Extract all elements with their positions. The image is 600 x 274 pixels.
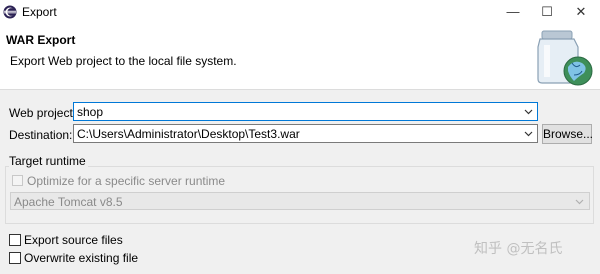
destination-value: C:\Users\Administrator\Desktop\Test3.war xyxy=(77,127,300,141)
web-project-combo[interactable]: shop xyxy=(73,102,538,121)
optimize-runtime-label: Optimize for a specific server runtime xyxy=(27,174,226,188)
close-button[interactable]: ✕ xyxy=(566,0,596,24)
maximize-button[interactable]: ☐ xyxy=(532,0,562,24)
destination-combo[interactable]: C:\Users\Administrator\Desktop\Test3.war xyxy=(73,124,538,143)
destination-label: Destination: xyxy=(9,128,73,142)
chevron-down-icon[interactable] xyxy=(524,107,533,116)
server-runtime-combo: Apache Tomcat v8.5 xyxy=(10,192,590,210)
war-jar-globe-icon xyxy=(537,30,593,86)
web-project-value: shop xyxy=(77,105,104,119)
watermark: 知乎 @无名氏 xyxy=(474,241,563,257)
minimize-button[interactable]: — xyxy=(498,0,528,24)
page-description: Export Web project to the local file sys… xyxy=(10,54,237,68)
wizard-header: WAR Export Export Web project to the loc… xyxy=(0,24,600,90)
browse-button[interactable]: Browse... xyxy=(542,124,593,144)
optimize-runtime-checkbox xyxy=(12,175,23,186)
title-bar: Export — ☐ ✕ xyxy=(0,0,600,24)
overwrite-label[interactable]: Overwrite existing file xyxy=(24,251,138,265)
server-runtime-value: Apache Tomcat v8.5 xyxy=(14,195,123,209)
eclipse-icon xyxy=(3,5,17,19)
export-source-label[interactable]: Export source files xyxy=(24,233,123,247)
export-source-checkbox[interactable] xyxy=(9,234,21,246)
overwrite-checkbox[interactable] xyxy=(9,252,21,264)
chevron-down-icon[interactable] xyxy=(524,129,533,138)
web-project-label: Web project: xyxy=(9,106,77,120)
target-runtime-label: Target runtime xyxy=(9,154,88,168)
page-title: WAR Export xyxy=(6,33,76,47)
chevron-down-icon xyxy=(575,199,584,205)
window-title: Export xyxy=(22,5,57,19)
